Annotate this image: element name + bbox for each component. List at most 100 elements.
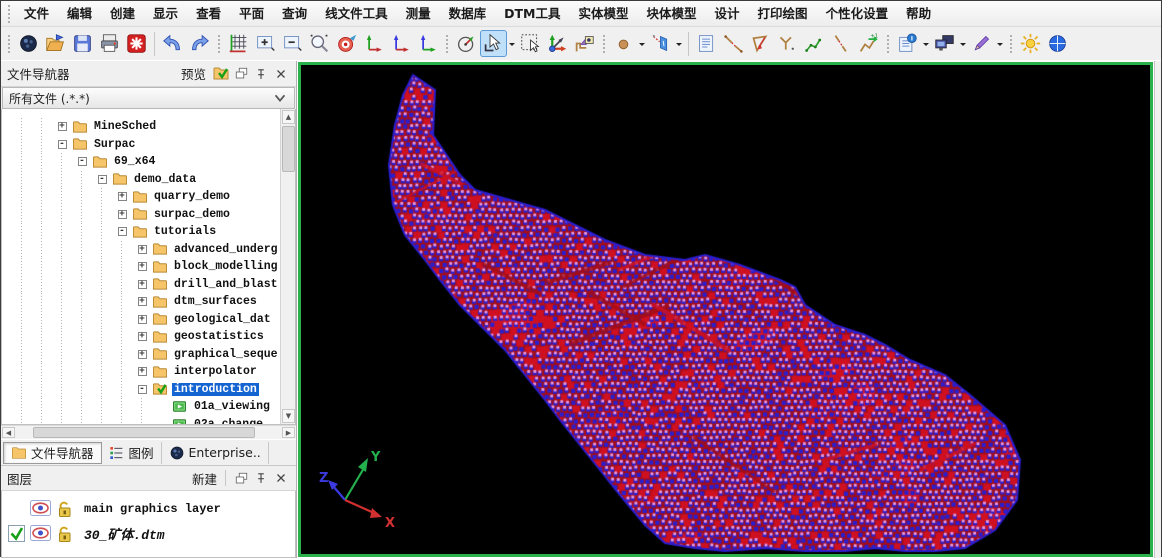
tree-vertical-scrollbar[interactable]: ▲ ▼ [280,109,295,424]
toolbar-gripper[interactable] [601,35,607,53]
layer-row-2[interactable]: 30_矿体.dtm [2,521,295,546]
mirror-tool-dropdown-arrow[interactable] [674,31,684,57]
tree-expander-plus[interactable]: + [118,192,127,201]
menubar-item-6[interactable]: 平面 [230,1,273,27]
select-tool-button[interactable] [480,30,507,57]
scroll-right-arrow[interactable]: ▶ [282,427,295,438]
viewport-area[interactable]: Y Z X [297,61,1154,558]
menubar-item-7[interactable]: 查询 [273,1,316,27]
print-button[interactable] [96,30,123,57]
segment-close-button[interactable] [747,30,774,57]
scroll-left-arrow[interactable]: ◀ [2,427,15,438]
tab-legend[interactable]: 图例 [102,442,162,464]
point-tool-dropdown-arrow[interactable] [637,31,647,57]
tree-item-demo_data[interactable]: -demo_data [2,171,280,189]
menubar-item-5[interactable]: 查看 [187,1,230,27]
file-filter-dropdown[interactable]: 所有文件 (.*.*) [2,87,295,109]
menubar-item-8[interactable]: 线文件工具 [316,1,397,27]
file-tree[interactable]: +MineSched-Surpac-69_x64-demo_data+quarr… [1,109,296,425]
tree-expander-plus[interactable]: + [138,280,147,289]
segment-break-button[interactable] [720,30,747,57]
menubar-item-17[interactable]: 帮助 [897,1,940,27]
tree-expander-minus[interactable]: - [118,227,127,236]
tree-expander-plus[interactable]: + [138,262,147,271]
preview-folder-check-icon[interactable] [212,65,230,83]
scroll-up-arrow[interactable]: ▲ [282,110,295,124]
tree-expander-plus[interactable]: + [138,245,147,254]
menubar-item-9[interactable]: 测量 [397,1,440,27]
menubar-item-16[interactable]: 个性化设置 [817,1,898,27]
layer-checkbox-empty[interactable] [8,500,25,517]
tree-expander-plus[interactable]: + [138,297,147,306]
render-sphere-button[interactable] [1044,30,1071,57]
tree-expander-minus[interactable]: - [78,157,87,166]
layer-visible-eye-icon[interactable] [30,525,51,542]
segment-join-button[interactable] [828,30,855,57]
display-settings-button[interactable] [931,30,958,57]
right-scroll-strip[interactable] [1154,61,1161,558]
zoom-all-button[interactable] [225,30,252,57]
toolbar-gripper[interactable] [444,35,450,53]
menubar-item-11[interactable]: DTM工具 [495,1,569,27]
point-tool-button[interactable] [610,30,637,57]
menubar-item-10[interactable]: 数据库 [440,1,496,27]
tree-item-advanced_underg[interactable]: +advanced_underg [2,241,280,259]
menubar-item-4[interactable]: 显示 [144,1,187,27]
tree-item-drill_and_blast[interactable]: +drill_and_blast [2,276,280,294]
tree-horizontal-scrollbar[interactable]: ◀ ▶ [1,425,296,439]
tree-item-69_x64[interactable]: -69_x64 [2,153,280,171]
open-globe-button[interactable] [15,30,42,57]
undo-button[interactable] [159,30,186,57]
view-layer-button[interactable] [571,30,598,57]
tree-expander-minus[interactable]: - [138,385,147,394]
new-layer-button[interactable]: 新建 [188,469,221,488]
tree-expander-plus[interactable]: + [138,350,147,359]
tree-item-dtm_surfaces[interactable]: +dtm_surfaces [2,293,280,311]
segment-split-button[interactable] [774,30,801,57]
lighting-button[interactable] [1017,30,1044,57]
tree-item-block_modelling[interactable]: +block_modelling [2,258,280,276]
select-tool-dropdown-arrow[interactable] [507,31,517,57]
tab-file-navigator[interactable]: 文件导航器 [3,442,102,464]
toolbar-gripper[interactable] [6,35,12,53]
tree-item-MineSched[interactable]: +MineSched [2,118,280,136]
segment-smooth-button[interactable] [801,30,828,57]
rotate-view-button[interactable] [453,30,480,57]
pin-icon[interactable] [252,469,270,487]
tree-item-graphical_seque[interactable]: +graphical_seque [2,346,280,364]
tree-expander-plus[interactable]: + [138,315,147,324]
view-data-button[interactable] [333,30,360,57]
view-section-zy-button[interactable] [414,30,441,57]
tree-item-01a_viewing[interactable]: 01a_viewing [2,398,280,416]
menubar-item-2[interactable]: 编辑 [58,1,101,27]
tree-item-02a_change[interactable]: 02a_change [2,416,280,426]
toolbar-gripper[interactable] [1008,35,1014,53]
move-3d-button[interactable] [544,30,571,57]
tree-expander-minus[interactable]: - [58,140,67,149]
segment-renumber-button[interactable]: +1 [855,30,882,57]
layer-visible-eye-icon[interactable] [30,500,51,517]
pin-icon[interactable] [252,65,270,83]
layer-unlocked-icon[interactable] [56,500,73,518]
tree-item-interpolator[interactable]: +interpolator [2,363,280,381]
tree-expander-minus[interactable]: - [98,175,107,184]
view-section-zx-button[interactable] [387,30,414,57]
save-file-button[interactable] [69,30,96,57]
toolbar-gripper[interactable] [885,35,891,53]
tree-item-surpac_demo[interactable]: +surpac_demo [2,206,280,224]
tree-expander-plus[interactable]: + [58,122,67,131]
float-window-icon[interactable] [232,469,250,487]
properties-button[interactable]: i [894,30,921,57]
tree-item-geological_dat[interactable]: +geological_dat [2,311,280,329]
properties-dropdown-arrow[interactable] [921,31,931,57]
box-select-tool-button[interactable] [517,30,544,57]
zoom-out-button[interactable] [279,30,306,57]
tree-expander-plus[interactable]: + [138,332,147,341]
tree-item-Surpac[interactable]: -Surpac [2,136,280,154]
menubar-item-13[interactable]: 块体模型 [638,1,706,27]
zoom-in-button[interactable] [252,30,279,57]
layer-row-1[interactable]: main graphics layer [2,496,295,521]
menubar-item-12[interactable]: 实体模型 [570,1,638,27]
tree-expander-plus[interactable]: + [118,210,127,219]
close-icon[interactable] [272,469,290,487]
